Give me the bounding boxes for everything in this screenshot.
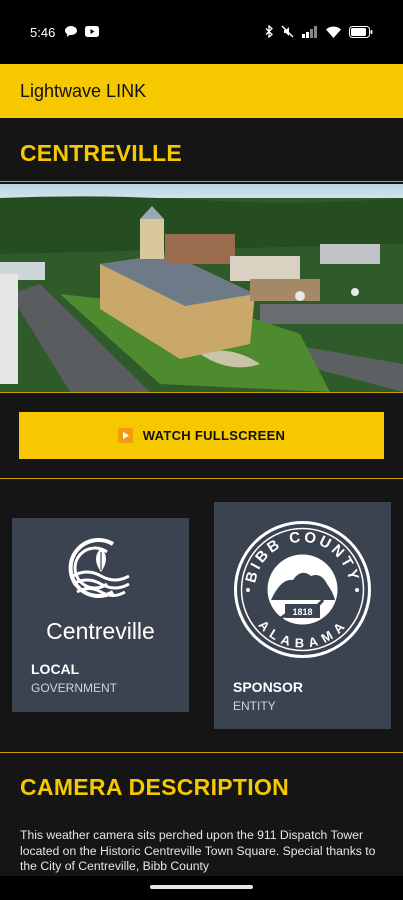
chat-bubble-icon [65,26,77,37]
partner-kind: SPONSOR [233,679,304,695]
bluetooth-icon [265,25,273,38]
home-indicator[interactable] [150,885,253,889]
divider [0,392,403,393]
battery-icon [349,25,373,38]
watch-fullscreen-label: WATCH FULLSCREEN [142,428,286,443]
divider [0,181,403,182]
centreville-logo-text: Centreville [46,618,155,644]
gesture-nav-bar [0,876,403,900]
seal-year: 1818 [292,607,312,617]
camera-city-title: CENTREVILLE [20,140,182,166]
wifi-icon [326,26,341,38]
camera-description-heading: CAMERA DESCRIPTION [20,774,290,800]
divider [0,478,403,479]
status-time: 5:46 [30,25,56,40]
signal-icon [302,25,317,38]
app-bar: Lightwave LINK [0,64,403,118]
camera-description-text: This weather camera sits perched upon th… [20,828,376,873]
camera-image[interactable] [0,184,403,392]
partner-kind: LOCAL [31,661,80,677]
watch-fullscreen-button[interactable]: WATCH FULLSCREEN [19,412,384,459]
partner-role: GOVERNMENT [31,681,118,695]
status-bar: 5:46 [0,0,403,64]
play-icon [117,428,133,443]
divider [0,752,403,753]
partner-role: ENTITY [233,699,276,713]
partner-card-local[interactable]: Centreville LOCAL GOVERNMENT [12,518,189,712]
bibb-county-seal-icon: 1818 BIBB COUNTY ALABAMA [234,521,371,658]
centreville-logo-icon [68,538,130,598]
camera-image-illustration [0,184,403,392]
mute-icon [281,25,294,38]
app-title: Lightwave LINK [20,81,147,101]
partner-card-sponsor[interactable]: 1818 BIBB COUNTY ALABAMA SPONSOR ENTITY [214,502,391,729]
youtube-icon [85,26,99,37]
